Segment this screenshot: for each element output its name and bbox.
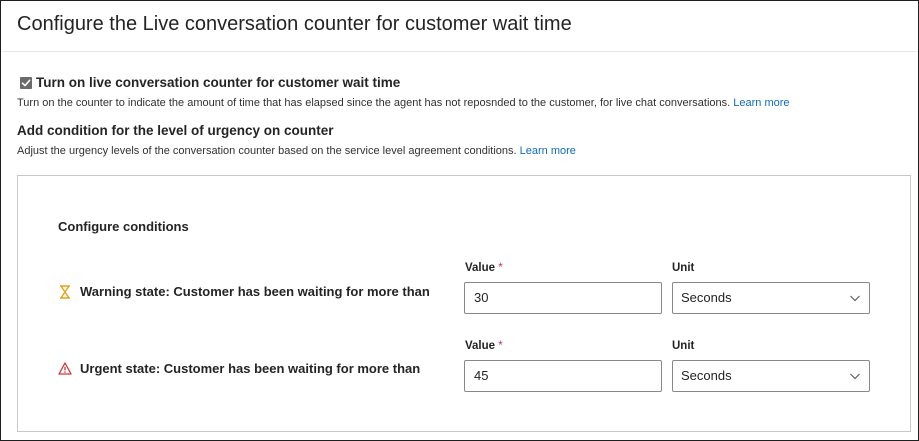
chevron-down-icon [850,373,860,380]
urgency-heading: Add condition for the level of urgency o… [17,123,334,138]
warning-value-label-text: Value [465,262,496,274]
warning-triangle-icon [58,362,72,376]
title-divider [2,51,917,52]
urgent-value-label-text: Value [465,340,496,352]
conditions-title: Configure conditions [58,219,189,234]
warning-unit-label: Unit [672,262,695,274]
warning-unit-value: Seconds [681,290,732,305]
required-marker: * [498,340,503,352]
urgent-value-input[interactable]: 45 [464,360,662,392]
counter-toggle-checkbox[interactable] [20,76,32,89]
urgent-unit-value: Seconds [681,368,732,383]
warning-value-label: Value * [465,262,503,274]
urgent-unit-label: Unit [672,340,695,352]
urgent-value-label: Value * [465,340,503,352]
chevron-down-icon [850,295,860,302]
urgency-description: Adjust the urgency levels of the convers… [17,145,576,157]
counter-learn-more-link[interactable]: Learn more [733,97,789,109]
counter-description-text: Turn on the counter to indicate the amou… [17,97,731,109]
urgent-condition-label: Urgent state: Customer has been waiting … [80,361,421,376]
warning-condition-label: Warning state: Customer has been waiting… [80,284,430,299]
warning-value-input[interactable]: 30 [464,282,662,314]
counter-toggle-row: Turn on live conversation counter for cu… [20,75,400,90]
settings-window: Configure the Live conversation counter … [0,0,919,441]
urgency-learn-more-link[interactable]: Learn more [520,145,576,157]
hourglass-icon [58,284,72,299]
page-title: Configure the Live conversation counter … [17,13,572,35]
warning-condition: Warning state: Customer has been waiting… [58,284,430,299]
urgent-unit-select[interactable]: Seconds [672,360,870,392]
checkmark-icon [21,79,31,86]
urgency-description-text: Adjust the urgency levels of the convers… [17,145,517,157]
counter-description: Turn on the counter to indicate the amou… [17,97,790,109]
urgent-condition: Urgent state: Customer has been waiting … [58,361,420,376]
required-marker: * [498,262,503,274]
warning-unit-select[interactable]: Seconds [672,282,870,314]
conditions-panel: Configure conditions Warning state: Cust… [17,175,911,432]
counter-toggle-label[interactable]: Turn on live conversation counter for cu… [36,75,400,90]
